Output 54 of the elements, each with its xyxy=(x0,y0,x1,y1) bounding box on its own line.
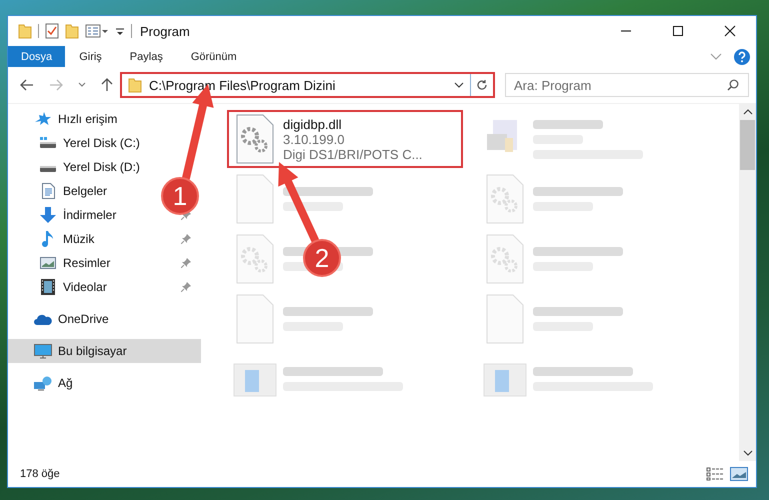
pin-icon[interactable] xyxy=(181,282,191,292)
sidebar-item[interactable]: Videolar xyxy=(8,275,201,299)
sidebar-item[interactable]: Ağ xyxy=(8,371,79,395)
expand-ribbon-icon[interactable] xyxy=(710,52,722,60)
sidebar-item[interactable]: Belgeler xyxy=(8,179,114,203)
download-arrow-icon xyxy=(40,207,56,223)
help-icon[interactable] xyxy=(734,48,750,64)
dropdown-caret-icon[interactable] xyxy=(454,82,464,88)
up-arrow-icon[interactable] xyxy=(101,78,113,92)
ribbon-tab[interactable]: Paylaş xyxy=(116,46,177,67)
search-field[interactable]: Ara: Program xyxy=(505,73,749,97)
file-detail: 3.10.199.0 xyxy=(283,132,346,146)
sidebar-item[interactable]: Resimler xyxy=(8,251,201,275)
maximize-icon xyxy=(672,25,684,37)
file-name: digidbp.dll xyxy=(283,116,343,132)
scroll-up-icon[interactable] xyxy=(742,108,752,116)
film-icon xyxy=(41,279,55,295)
close-icon xyxy=(724,25,736,37)
network-icon xyxy=(34,376,52,390)
properties-icon[interactable] xyxy=(85,23,109,39)
sidebar-item[interactable]: Müzik xyxy=(8,227,201,251)
file-detail: Digi DS1/BRI/POTS C... xyxy=(283,146,422,162)
file-item[interactable]: digidbp.dll 3.10.199.0 Digi DS1/BRI/POTS C... xyxy=(227,110,463,168)
ribbon-tab[interactable]: Giriş xyxy=(65,46,116,67)
music-note-icon xyxy=(42,231,54,247)
item-count: 178 öğe xyxy=(20,468,60,480)
step-marker: 2 xyxy=(303,239,341,277)
details-view-icon[interactable] xyxy=(706,467,724,481)
sidebar-item[interactable]: Yerel Disk (C:) xyxy=(8,131,146,155)
drive-icon xyxy=(40,137,56,149)
sidebar-item[interactable]: Bu bilgisayar xyxy=(8,339,201,363)
cloud-icon xyxy=(34,314,52,324)
sidebar-item[interactable]: Yerel Disk (D:) xyxy=(8,155,146,179)
star-icon xyxy=(35,112,51,126)
window-title: Program xyxy=(140,24,190,38)
sidebar-item[interactable]: OneDrive xyxy=(8,307,115,331)
folder-icon xyxy=(128,77,142,93)
scroll-down-icon[interactable] xyxy=(742,449,752,457)
back-arrow-icon[interactable] xyxy=(20,79,34,91)
document-icon xyxy=(42,183,54,199)
checklist-icon[interactable] xyxy=(45,23,59,39)
thumbnail-view-icon[interactable] xyxy=(730,467,748,481)
scroll-thumb[interactable] xyxy=(740,120,755,170)
pin-icon[interactable] xyxy=(181,234,191,244)
sidebar-item[interactable]: Hızlı erişim xyxy=(8,107,124,131)
image-icon xyxy=(40,257,56,269)
scrollbar[interactable] xyxy=(739,104,756,461)
search-icon xyxy=(727,79,739,91)
pin-icon[interactable] xyxy=(181,258,191,268)
step-marker: 1 xyxy=(161,177,199,215)
monitor-icon xyxy=(34,344,52,358)
recent-caret-icon[interactable] xyxy=(78,82,86,88)
ribbon-tab[interactable]: Görünüm xyxy=(176,46,251,67)
refresh-icon xyxy=(476,79,488,91)
